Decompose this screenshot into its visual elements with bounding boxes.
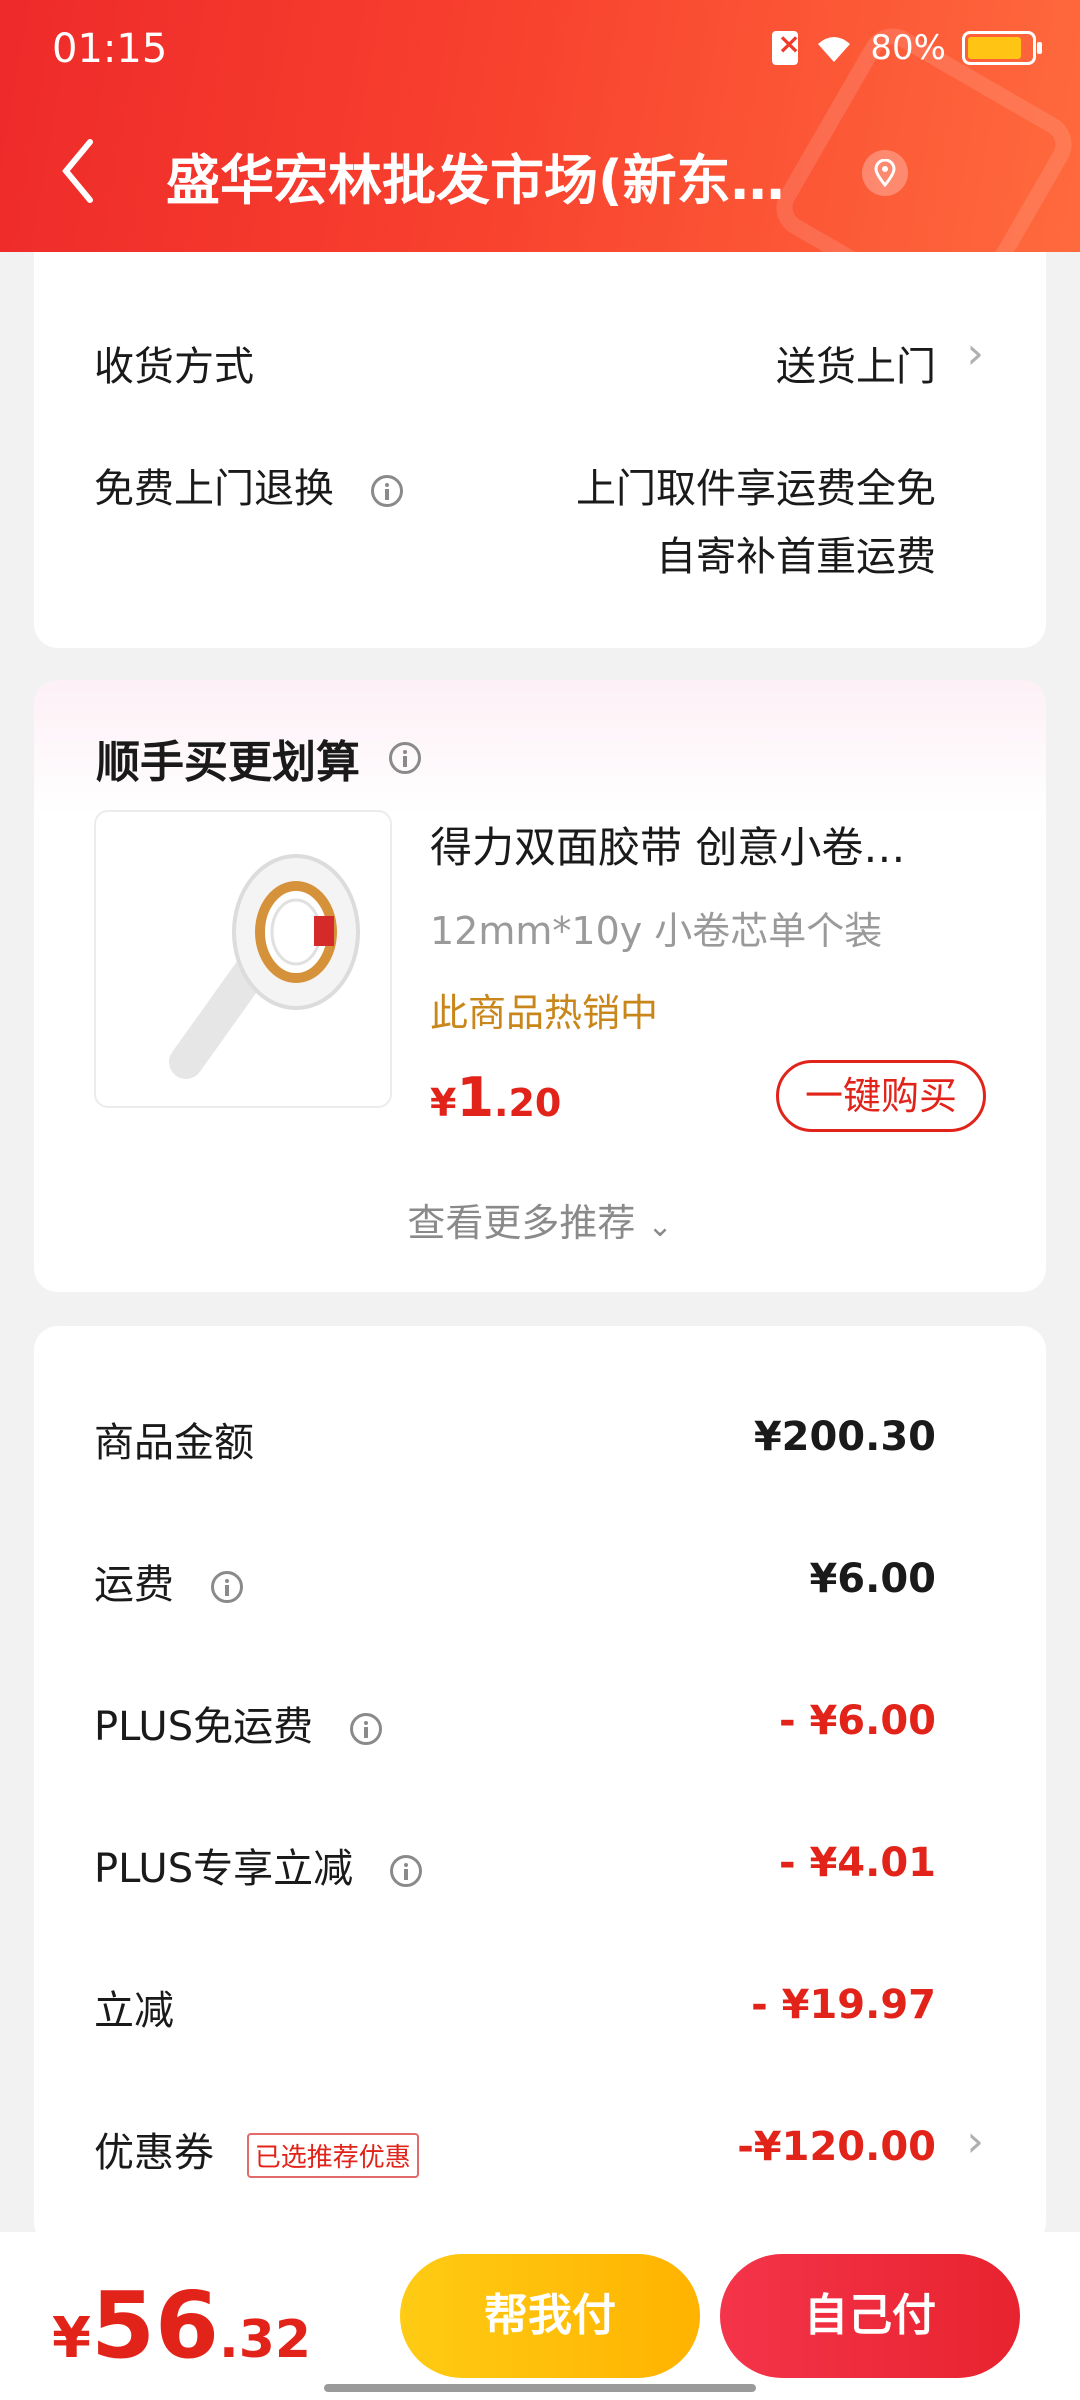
price-integer: 1 (456, 1066, 495, 1129)
plus-discount-value: - ¥4.01 (778, 1840, 936, 1886)
info-icon[interactable] (389, 742, 422, 774)
recommend-card: 顺手买更划算 得力双面胶带 创意小卷… 12mm*10y 小卷芯单个装 此商品热… (34, 680, 1046, 1292)
product-price: ¥1.20 (430, 1066, 561, 1129)
battery-icon (962, 31, 1042, 65)
wifi-icon (814, 32, 854, 64)
price-decimal: .20 (494, 1081, 562, 1125)
price-summary-card: 商品金额 ¥200.30 运费 ¥6.00 PLUS免运费 - ¥6.00 PL… (34, 1326, 1046, 2246)
total-symbol: ¥ (52, 2306, 91, 2371)
one-click-buy-button[interactable]: 一键购买 (776, 1060, 986, 1132)
product-image[interactable] (94, 810, 392, 1108)
header: 01:15 80% 盛华宏林批发市场(新东… (0, 0, 1080, 252)
goods-amount-value: ¥200.30 (753, 1414, 936, 1460)
plus-free-shipping-label: PLUS免运费 (94, 1694, 382, 1752)
location-pin-icon[interactable] (862, 150, 908, 196)
product-spec: 12mm*10y 小卷芯单个装 (430, 909, 883, 953)
help-pay-button[interactable]: 帮我付 (400, 2254, 700, 2378)
chevron-right-icon[interactable]: › (966, 328, 984, 379)
delivery-method-label: 收货方式 (94, 344, 254, 390)
plus-discount-text: PLUS专享立减 (94, 1846, 354, 1892)
shipping-value: ¥6.00 (809, 1556, 936, 1602)
free-return-label: 免费上门退换 (94, 456, 403, 514)
more-recommend-link[interactable]: 查看更多推荐 ⌄ (34, 1192, 1046, 1247)
status-time: 01:15 (52, 26, 168, 72)
plus-free-shipping-text: PLUS免运费 (94, 1704, 314, 1750)
instant-discount-label: 立减 (94, 1988, 174, 2034)
home-indicator[interactable] (324, 2384, 756, 2392)
plus-discount-label: PLUS专享立减 (94, 1836, 422, 1894)
summary-row-plus-discount: PLUS专享立减 - ¥4.01 (34, 1826, 1046, 1906)
status-icons: 80% (772, 27, 1042, 68)
chevron-right-icon[interactable]: › (966, 2116, 984, 2167)
summary-row-goods: 商品金额 ¥200.30 (34, 1400, 1046, 1480)
info-icon[interactable] (370, 475, 403, 507)
summary-row-plus-free-shipping: PLUS免运费 - ¥6.00 (34, 1684, 1046, 1764)
self-pay-button[interactable]: 自己付 (720, 2254, 1020, 2378)
price-symbol: ¥ (430, 1081, 457, 1125)
back-icon[interactable] (58, 136, 118, 206)
no-sim-icon (772, 27, 801, 65)
coupon-label: 优惠券 已选推荐优惠 (94, 2120, 419, 2178)
status-bar: 01:15 80% (0, 0, 1080, 100)
recommend-title: 顺手买更划算 (96, 726, 422, 790)
page-title: 盛华宏林批发市场(新东… (166, 149, 785, 212)
shipping-label: 运费 (94, 1552, 243, 1610)
delivery-method-value[interactable]: 送货上门 (776, 334, 936, 392)
tape-roll-icon (169, 854, 360, 1079)
goods-amount-label: 商品金额 (94, 1420, 254, 1466)
product-hot-label: 此商品热销中 (430, 991, 659, 1035)
delivery-card: 收货方式 送货上门 › 免费上门退换 上门取件享运费全免 自寄补首重运费 (34, 200, 1046, 648)
chevron-down-icon: ⌄ (647, 1209, 673, 1244)
product-name[interactable]: 得力双面胶带 创意小卷… (430, 814, 970, 875)
free-return-text: 免费上门退换 (94, 466, 334, 512)
info-icon[interactable] (210, 1571, 243, 1603)
total-decimal: .32 (219, 2310, 312, 2370)
summary-row-coupon[interactable]: 优惠券 已选推荐优惠 -¥120.00 › (34, 2110, 1046, 2190)
free-return-line1: 上门取件享运费全免 (576, 466, 936, 512)
plus-free-shipping-value: - ¥6.00 (778, 1698, 936, 1744)
summary-row-instant-discount: 立减 - ¥19.97 (34, 1968, 1046, 2048)
summary-row-shipping: 运费 ¥6.00 (34, 1542, 1046, 1622)
coupon-value[interactable]: -¥120.00 (737, 2124, 936, 2170)
bottom-bar: ¥56.32 帮我付 自己付 (0, 2232, 1080, 2400)
instant-discount-value: - ¥19.97 (751, 1982, 936, 2028)
info-icon[interactable] (389, 1855, 422, 1887)
total-integer: 56 (90, 2272, 219, 2379)
recommend-title-text: 顺手买更划算 (96, 737, 360, 788)
info-icon[interactable] (349, 1713, 382, 1745)
more-recommend-text: 查看更多推荐 (407, 1201, 636, 1245)
shipping-label-text: 运费 (94, 1562, 174, 1608)
free-return-line2: 自寄补首重运费 (656, 534, 936, 580)
nav-bar: 盛华宏林批发市场(新东… (0, 120, 1080, 230)
coupon-tag: 已选推荐优惠 (246, 2132, 419, 2178)
coupon-label-text: 优惠券 (94, 2130, 214, 2176)
battery-text: 80% (870, 28, 946, 68)
total-price: ¥56.32 (52, 2272, 311, 2379)
